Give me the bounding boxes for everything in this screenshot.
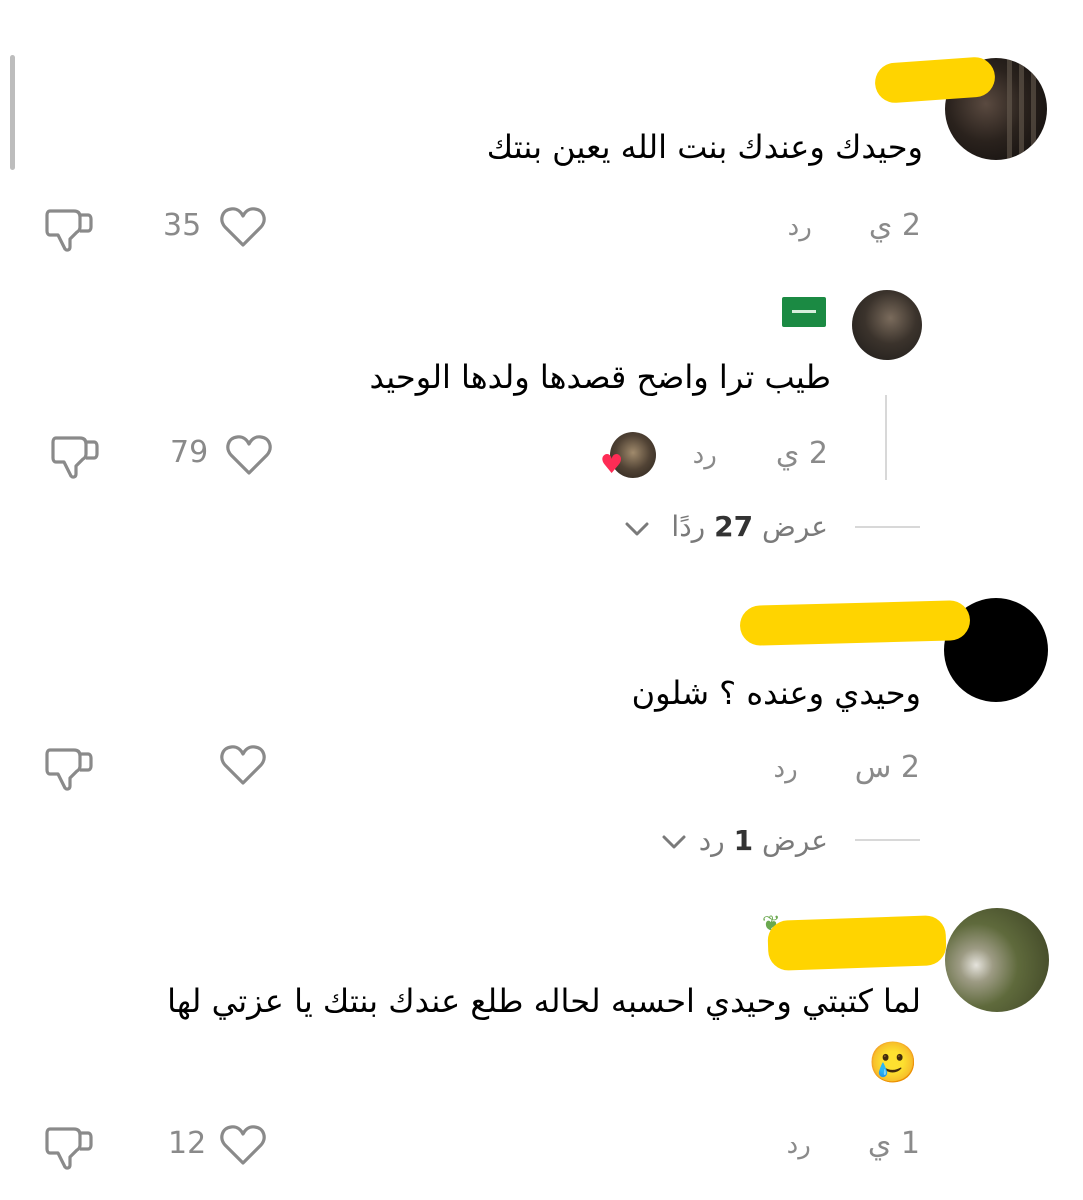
username-redaction: [767, 914, 947, 972]
view-replies-button[interactable]: عرض 1 رد: [699, 824, 828, 857]
thumbs-down-icon[interactable]: [44, 1121, 94, 1171]
like-count: 35: [163, 208, 202, 243]
saudi-flag-icon: [782, 297, 826, 327]
heart-outline-icon[interactable]: [225, 433, 273, 477]
thumbs-down-icon[interactable]: [44, 203, 94, 253]
view-replies-label: عرض: [761, 824, 828, 857]
comment-text: طيب ترا واضح قصدها ولدها الوحيد: [369, 358, 831, 396]
comment-emoji: 🥲: [868, 1040, 918, 1086]
clipped-top-content: · · ·: [675, 0, 735, 10]
scrollbar[interactable]: [10, 55, 15, 170]
comment-meta: 2 ي رد: [788, 208, 921, 243]
avatar[interactable]: [945, 908, 1049, 1012]
reply-button[interactable]: رد: [787, 1130, 811, 1160]
chevron-down-icon[interactable]: [661, 833, 687, 851]
comment-time: 2 س: [854, 750, 920, 785]
comment-time: 1 ي: [867, 1126, 920, 1161]
username-redaction: [873, 55, 997, 105]
comment-time: 2 ي: [868, 208, 921, 243]
red-heart-icon: ♥: [600, 450, 624, 480]
thread-line: [885, 395, 887, 480]
thumbs-down-icon[interactable]: [44, 742, 94, 792]
comment-meta: 2 س رد: [774, 750, 921, 785]
divider: [855, 526, 920, 528]
comment-text: وحيدي وعنده ؟ شلون: [631, 674, 921, 712]
heart-outline-icon[interactable]: [219, 743, 267, 787]
view-replies-button[interactable]: عرض 27 ردًا: [671, 510, 828, 543]
avatar[interactable]: [852, 290, 922, 360]
comment-meta: 1 ي رد: [787, 1126, 920, 1161]
comment-text: وحيدك وعندك بنت الله يعين بنتك: [486, 128, 923, 166]
comment-time: 2 ي: [775, 436, 828, 471]
view-replies-suffix: ردًا: [671, 510, 706, 543]
view-replies-suffix: رد: [698, 824, 725, 857]
view-replies-label: عرض: [761, 510, 828, 543]
reply-count: 27: [714, 510, 754, 543]
reply-button[interactable]: رد: [693, 440, 717, 470]
heart-outline-icon[interactable]: [219, 1123, 267, 1167]
heart-outline-icon[interactable]: [219, 205, 267, 249]
chevron-down-icon[interactable]: [624, 520, 650, 538]
like-count: 79: [170, 435, 209, 470]
reply-count: 1: [733, 824, 754, 857]
reply-button[interactable]: رد: [774, 754, 798, 784]
reply-button[interactable]: رد: [788, 212, 812, 242]
like-count: 12: [168, 1126, 207, 1161]
username-redaction: [739, 599, 971, 647]
comment-text: لما كتبتي وحيدي احسبه لحاله طلع عندك بنت…: [167, 982, 921, 1020]
comment-meta: 2 ي رد: [693, 436, 828, 471]
divider: [855, 839, 920, 841]
thumbs-down-icon[interactable]: [50, 430, 100, 480]
